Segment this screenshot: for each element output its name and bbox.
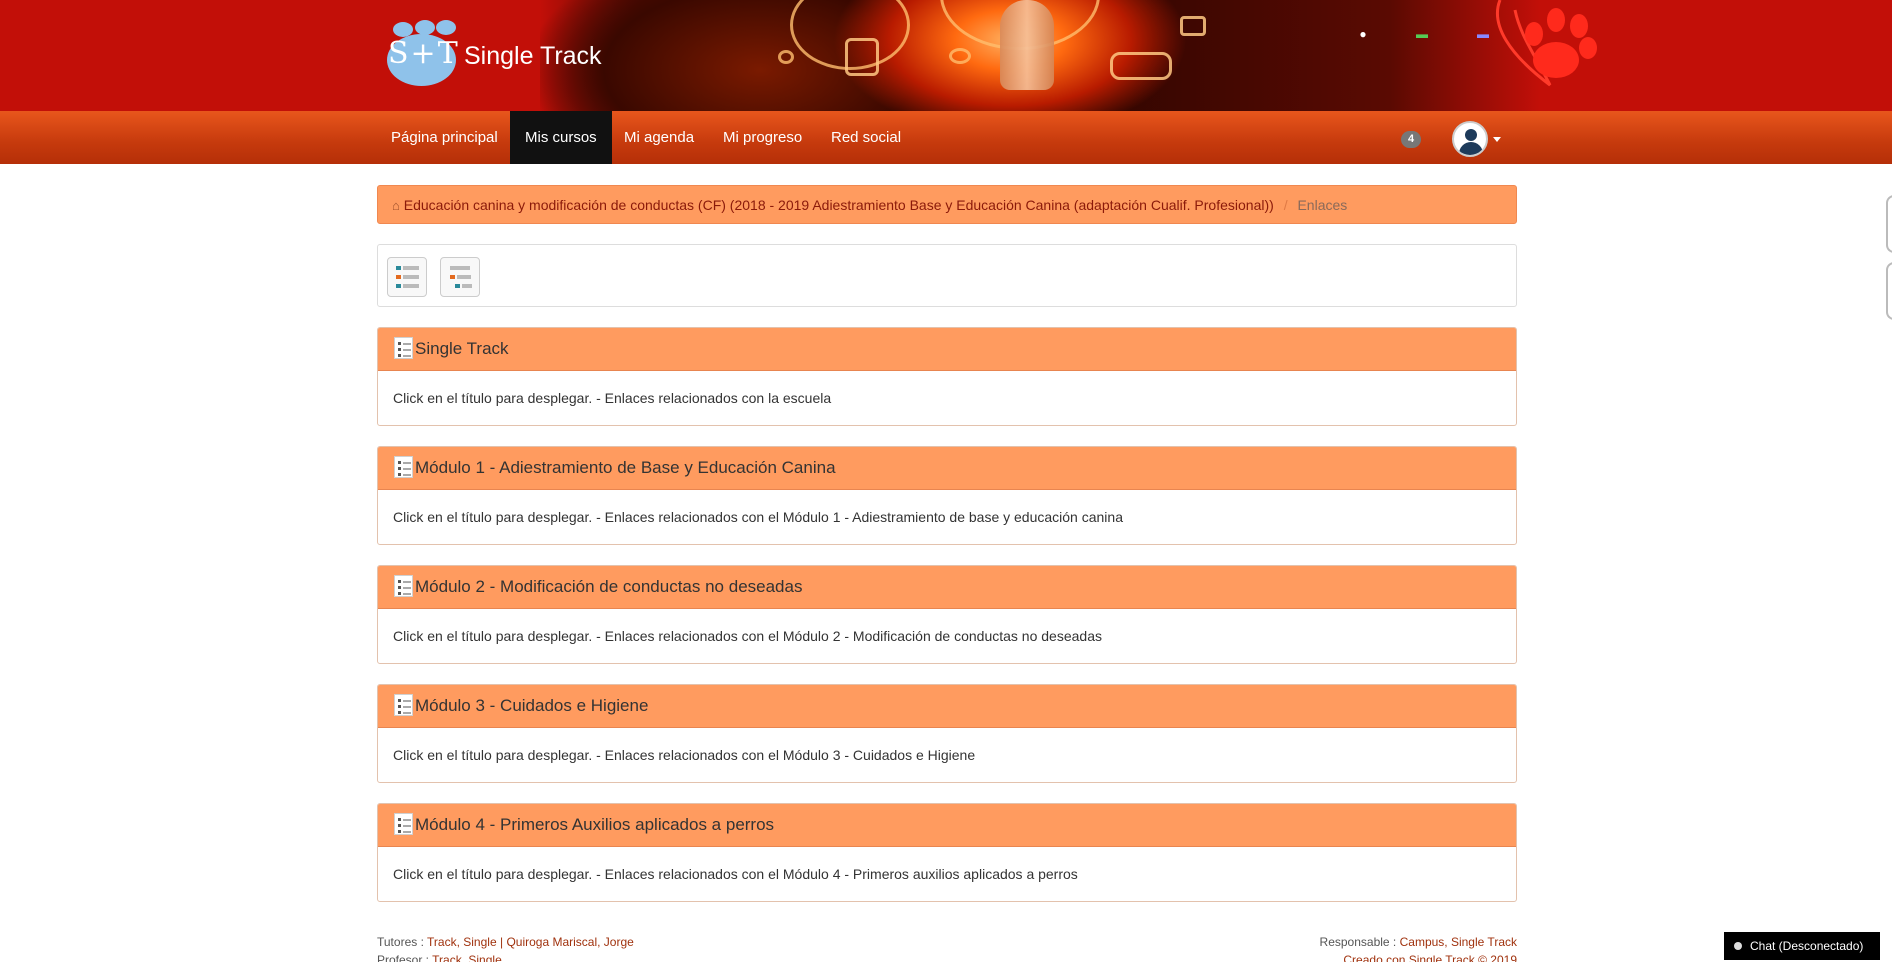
breadcrumb-course-link[interactable]: Educación canina y modificación de condu… — [404, 197, 1274, 213]
category-header[interactable]: Módulo 1 - Adiestramiento de Base y Educ… — [378, 447, 1516, 490]
nav-progress[interactable]: Mi progreso — [708, 111, 817, 164]
category-header[interactable]: Módulo 4 - Primeros Auxilios aplicados a… — [378, 804, 1516, 847]
language-flag-icon[interactable]: ▬ — [1415, 27, 1429, 41]
responsible-label: Responsable : — [1319, 935, 1397, 949]
breadcrumb: ⌂ Educación canina y modificación de con… — [377, 185, 1517, 224]
header-banner: S+T Single Track ● ▬ ▬ — [0, 0, 1892, 111]
category-panel: Módulo 3 - Cuidados e Higiene Click en e… — [377, 684, 1517, 783]
finger-graphic — [1000, 0, 1054, 90]
tutor-link[interactable]: Track, Single — [427, 935, 497, 949]
action-toolbar — [377, 244, 1517, 307]
side-tab[interactable] — [1886, 262, 1892, 320]
list-icon — [394, 813, 413, 836]
language-flag-icon-2[interactable]: ▬ — [1476, 27, 1490, 41]
list-icon — [394, 337, 413, 360]
category-panel: Single Track Click en el título para des… — [377, 327, 1517, 426]
category-description: Click en el título para desplegar. - Enl… — [393, 747, 976, 763]
nav-my-courses[interactable]: Mis cursos — [510, 111, 612, 164]
category-title[interactable]: Módulo 1 - Adiestramiento de Base y Educ… — [415, 458, 836, 477]
category-panel: Módulo 2 - Modificación de conductas no … — [377, 565, 1517, 664]
brand-name: Single Track — [464, 42, 602, 70]
chat-button[interactable]: Chat (Desconectado) — [1724, 932, 1880, 960]
category-description: Click en el título para desplegar. - Enl… — [393, 509, 1123, 525]
responsible-link[interactable]: Campus, Single Track — [1400, 935, 1517, 949]
breadcrumb-separator: / — [1283, 197, 1288, 213]
tutors-label: Tutores : — [377, 935, 424, 949]
footer-tutors: Tutores : Track, Single | Quiroga Marisc… — [377, 933, 634, 962]
category-title[interactable]: Single Track — [415, 339, 509, 358]
status-dot-icon — [1734, 941, 1742, 950]
nav-social[interactable]: Red social — [816, 111, 916, 164]
teacher-link[interactable]: Track, Single — [432, 953, 502, 962]
paw-heart-icon — [1495, 0, 1597, 87]
user-avatar[interactable] — [1452, 121, 1488, 157]
category-header[interactable]: Módulo 2 - Modificación de conductas no … — [378, 566, 1516, 609]
side-tab[interactable] — [1886, 195, 1892, 253]
chat-label: Chat (Desconectado) — [1750, 939, 1864, 953]
footer-responsible: Responsable : Campus, Single Track Cread… — [1100, 933, 1517, 962]
created-with-link[interactable]: Creado con Single Track © 2019 — [1100, 951, 1517, 962]
chevron-down-icon[interactable] — [1493, 137, 1501, 142]
teachers-label: Profesor : — [377, 953, 430, 962]
add-category-button[interactable] — [387, 257, 427, 297]
notifications-badge[interactable]: 4 — [1401, 131, 1421, 148]
logo-letters: S+T — [388, 36, 460, 71]
list-icon — [394, 575, 413, 598]
user-small-icon[interactable]: ● — [1356, 27, 1370, 41]
add-link-button[interactable] — [440, 257, 480, 297]
category-title[interactable]: Módulo 4 - Primeros Auxilios aplicados a… — [415, 815, 774, 834]
nav-agenda[interactable]: Mi agenda — [609, 111, 709, 164]
tutor-link[interactable]: Quiroga Mariscal, Jorge — [506, 935, 633, 949]
category-header[interactable]: Módulo 3 - Cuidados e Higiene — [378, 685, 1516, 728]
category-panel: Módulo 1 - Adiestramiento de Base y Educ… — [377, 446, 1517, 545]
list-icon — [394, 694, 413, 717]
category-panel: Módulo 4 - Primeros Auxilios aplicados a… — [377, 803, 1517, 902]
category-description: Click en el título para desplegar. - Enl… — [393, 390, 832, 406]
category-title[interactable]: Módulo 2 - Modificación de conductas no … — [415, 577, 802, 596]
category-description: Click en el título para desplegar. - Enl… — [393, 866, 1078, 882]
main-navbar: Página principal Mis cursos Mi agenda Mi… — [0, 111, 1892, 164]
category-title[interactable]: Módulo 3 - Cuidados e Higiene — [415, 696, 648, 715]
category-header[interactable]: Single Track — [378, 328, 1516, 371]
tutor-separator: | — [499, 935, 504, 949]
breadcrumb-current: Enlaces — [1297, 197, 1348, 213]
nav-home[interactable]: Página principal — [376, 111, 513, 164]
category-description: Click en el título para desplegar. - Enl… — [393, 628, 1102, 644]
list-icon — [394, 456, 413, 479]
home-icon[interactable]: ⌂ — [392, 187, 400, 223]
